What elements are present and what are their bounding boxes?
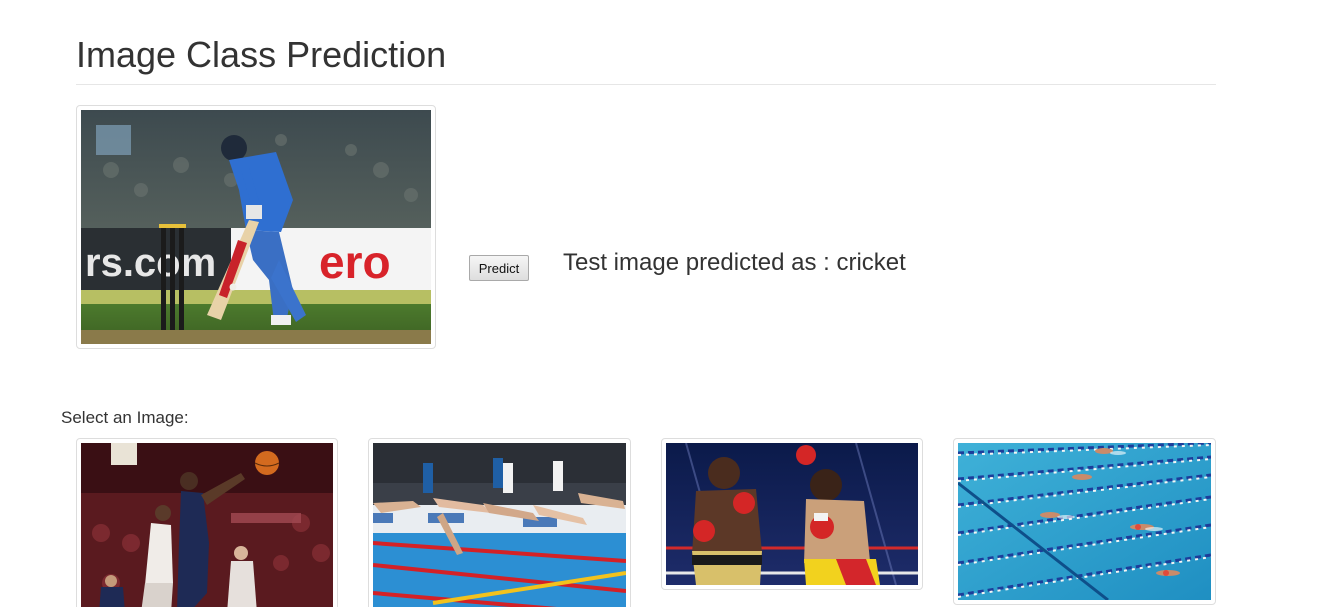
basketball-image [81,443,333,607]
swimming-lanes-image [958,443,1211,600]
predict-button[interactable]: Predict [469,255,529,281]
gallery-label: Select an Image: [61,408,189,427]
gallery-image-swimming-dive[interactable] [368,438,631,607]
swimming-dive-image [373,443,626,607]
svg-text:rs.com: rs.com [85,241,216,285]
gallery-image-boxing[interactable] [661,438,923,590]
gallery-image-swimming-lanes[interactable] [953,438,1216,605]
cricket-image: rs.com ero [81,110,431,344]
prediction-result: Test image predicted as : cricket [563,249,906,277]
test-image: rs.com ero [76,105,436,349]
prediction-result-prefix: Test image predicted as : [563,249,837,276]
svg-text:ero: ero [319,236,391,288]
title-divider [76,84,1216,85]
boxing-image [666,443,918,585]
prediction-result-class: cricket [836,249,906,276]
page: Image Class Prediction rs.com ero Predic… [0,0,1318,607]
page-title: Image Class Prediction [76,34,447,75]
gallery-image-basketball[interactable] [76,438,338,607]
